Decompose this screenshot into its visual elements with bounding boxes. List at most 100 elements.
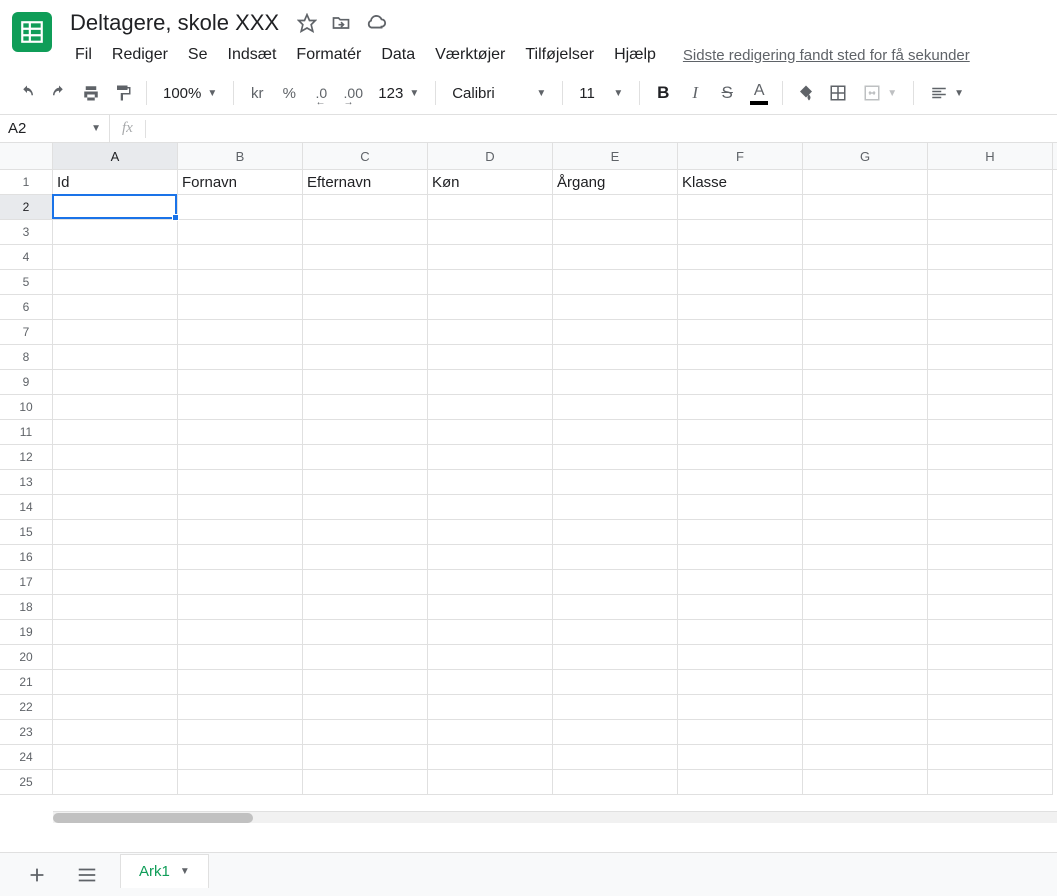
- cell[interactable]: [428, 370, 553, 395]
- row-header[interactable]: 18: [0, 595, 53, 620]
- cell[interactable]: [928, 645, 1053, 670]
- cell[interactable]: [678, 495, 803, 520]
- cell[interactable]: [928, 620, 1053, 645]
- undo-button[interactable]: [12, 78, 42, 108]
- cell[interactable]: [928, 320, 1053, 345]
- cell[interactable]: [553, 620, 678, 645]
- cell[interactable]: [803, 470, 928, 495]
- horizontal-scrollbar[interactable]: [53, 811, 1057, 823]
- menu-addons[interactable]: Tilføjelser: [516, 42, 603, 68]
- cell[interactable]: [803, 770, 928, 795]
- cell[interactable]: [678, 370, 803, 395]
- cell[interactable]: [678, 295, 803, 320]
- cell[interactable]: [53, 720, 178, 745]
- cell[interactable]: [553, 470, 678, 495]
- menu-edit[interactable]: Rediger: [103, 42, 177, 68]
- cell[interactable]: [303, 670, 428, 695]
- spreadsheet-grid[interactable]: ABCDEFGH 1234567891011121314151617181920…: [0, 143, 1057, 823]
- menu-tools[interactable]: Værktøjer: [426, 42, 514, 68]
- text-color-button[interactable]: A: [744, 78, 774, 108]
- row-header[interactable]: 2: [0, 195, 53, 220]
- cell[interactable]: [678, 720, 803, 745]
- cell[interactable]: [553, 545, 678, 570]
- cell[interactable]: [803, 370, 928, 395]
- cell[interactable]: [428, 245, 553, 270]
- menu-insert[interactable]: Indsæt: [219, 42, 286, 68]
- cell[interactable]: [553, 220, 678, 245]
- percent-button[interactable]: %: [274, 78, 304, 108]
- column-header[interactable]: F: [678, 143, 803, 169]
- cell[interactable]: [428, 270, 553, 295]
- cell[interactable]: [53, 520, 178, 545]
- cell[interactable]: [928, 395, 1053, 420]
- cell[interactable]: [303, 395, 428, 420]
- cell[interactable]: [803, 295, 928, 320]
- cell[interactable]: [178, 295, 303, 320]
- row-header[interactable]: 6: [0, 295, 53, 320]
- cell[interactable]: [928, 295, 1053, 320]
- cell[interactable]: [428, 320, 553, 345]
- scrollbar-thumb[interactable]: [53, 813, 253, 823]
- cell[interactable]: [303, 720, 428, 745]
- cell[interactable]: [928, 170, 1053, 195]
- cell[interactable]: [678, 320, 803, 345]
- star-icon[interactable]: [297, 13, 317, 33]
- cell[interactable]: [178, 520, 303, 545]
- cell[interactable]: [553, 195, 678, 220]
- cell[interactable]: [678, 420, 803, 445]
- cell[interactable]: [553, 595, 678, 620]
- cell[interactable]: [928, 345, 1053, 370]
- cell[interactable]: [803, 495, 928, 520]
- cell[interactable]: [928, 670, 1053, 695]
- cell[interactable]: [803, 545, 928, 570]
- cell[interactable]: [803, 170, 928, 195]
- cell[interactable]: [428, 620, 553, 645]
- cell[interactable]: [178, 545, 303, 570]
- menu-file[interactable]: Fil: [66, 42, 101, 68]
- cell[interactable]: [303, 270, 428, 295]
- all-sheets-button[interactable]: [70, 858, 104, 892]
- italic-button[interactable]: I: [680, 78, 710, 108]
- cell[interactable]: [678, 220, 803, 245]
- merge-cells-button[interactable]: ▼: [855, 78, 905, 108]
- row-header[interactable]: 4: [0, 245, 53, 270]
- cell[interactable]: [553, 270, 678, 295]
- row-header[interactable]: 15: [0, 520, 53, 545]
- row-header[interactable]: 17: [0, 570, 53, 595]
- cell[interactable]: [678, 520, 803, 545]
- menu-data[interactable]: Data: [372, 42, 424, 68]
- cell[interactable]: [678, 570, 803, 595]
- cell[interactable]: [553, 670, 678, 695]
- cell[interactable]: [53, 545, 178, 570]
- row-header[interactable]: 23: [0, 720, 53, 745]
- cell[interactable]: [553, 320, 678, 345]
- cell[interactable]: [678, 395, 803, 420]
- sheets-logo[interactable]: [12, 12, 52, 52]
- cell[interactable]: [178, 470, 303, 495]
- column-header[interactable]: D: [428, 143, 553, 169]
- cell[interactable]: [803, 445, 928, 470]
- cell[interactable]: [53, 620, 178, 645]
- cell[interactable]: [928, 570, 1053, 595]
- select-all-corner[interactable]: [0, 143, 53, 170]
- cell[interactable]: [53, 645, 178, 670]
- cell[interactable]: [803, 520, 928, 545]
- cell[interactable]: [303, 645, 428, 670]
- cell[interactable]: [303, 570, 428, 595]
- cell[interactable]: [303, 295, 428, 320]
- cell[interactable]: [428, 220, 553, 245]
- cell[interactable]: [53, 270, 178, 295]
- cell[interactable]: [178, 645, 303, 670]
- row-header[interactable]: 25: [0, 770, 53, 795]
- cell[interactable]: [53, 770, 178, 795]
- cell[interactable]: [553, 770, 678, 795]
- cell[interactable]: [178, 370, 303, 395]
- cell[interactable]: [178, 220, 303, 245]
- cell[interactable]: [553, 520, 678, 545]
- cell[interactable]: Efternavn: [303, 170, 428, 195]
- decrease-decimal-button[interactable]: .0←: [306, 78, 336, 108]
- cell[interactable]: [678, 620, 803, 645]
- cell[interactable]: [678, 545, 803, 570]
- cell[interactable]: [303, 370, 428, 395]
- cell[interactable]: [178, 595, 303, 620]
